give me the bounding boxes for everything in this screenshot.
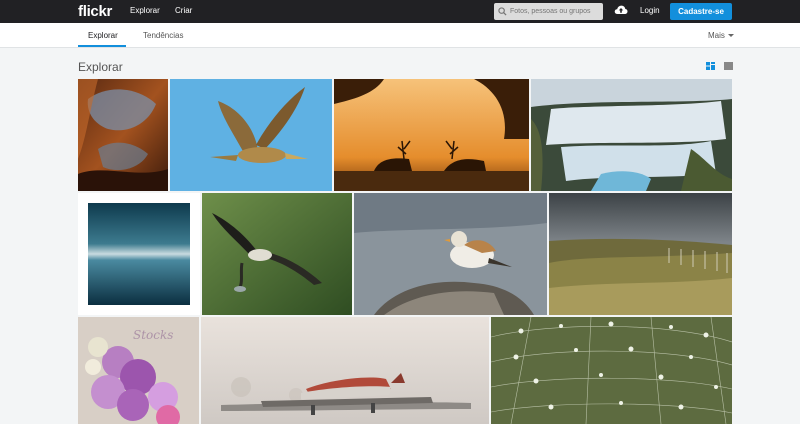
signup-button[interactable]: Cadastre-se <box>670 3 732 20</box>
photo-minimal-seascape[interactable] <box>78 193 200 315</box>
photo-purple-flowers[interactable]: Stocks <box>78 317 199 424</box>
tab-explorar[interactable]: Explorar <box>88 31 118 40</box>
search-icon[interactable] <box>498 7 507 16</box>
grid-view-icon[interactable] <box>724 62 733 70</box>
flickr-logo[interactable]: flickr <box>78 3 112 20</box>
photo-airplane-in-fog[interactable] <box>201 317 489 424</box>
search-box[interactable] <box>494 3 603 20</box>
photo-snow-bunting-on-rock[interactable] <box>354 193 547 315</box>
photo-canyon-rock[interactable] <box>78 79 168 191</box>
page-title: Explorar <box>78 60 123 74</box>
top-navbar: flickr Explorar Criar Login Cadastre-se <box>0 0 800 23</box>
justified-view-icon[interactable] <box>706 62 715 70</box>
cloud-upload-icon[interactable] <box>614 4 628 16</box>
active-tab-indicator <box>78 45 126 47</box>
photo-deer-silhouette-sunset[interactable] <box>334 79 529 191</box>
photo-waterfall-cascade[interactable] <box>531 79 732 191</box>
tab-tendencias[interactable]: Tendências <box>143 31 183 40</box>
svg-text:Stocks: Stocks <box>133 328 173 342</box>
photo-osprey-catching-fish[interactable] <box>202 193 352 315</box>
chevron-down-icon[interactable] <box>728 34 734 37</box>
login-link[interactable]: Login <box>640 6 660 15</box>
photo-grassland-fence-stormy-sky[interactable] <box>549 193 732 315</box>
nav-explorar[interactable]: Explorar <box>130 6 160 15</box>
photo-bird-flight-blue-sky[interactable] <box>170 79 332 191</box>
more-menu[interactable]: Mais <box>708 31 725 40</box>
search-input[interactable] <box>510 3 600 20</box>
photo-spiderweb-dew-drops[interactable] <box>491 317 732 424</box>
nav-criar[interactable]: Criar <box>175 6 192 15</box>
